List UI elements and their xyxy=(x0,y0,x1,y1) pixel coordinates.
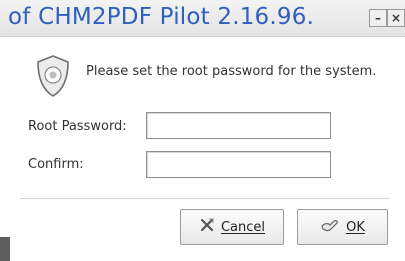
window-title: of CHM2PDF Pilot 2.16.96. xyxy=(8,4,315,30)
minimize-button[interactable]: – xyxy=(369,9,387,27)
instruction-text: Please set the root password for the sys… xyxy=(86,64,377,79)
shield-badge-icon xyxy=(33,54,73,98)
window-edge xyxy=(0,237,10,261)
root-password-dialog: of CHM2PDF Pilot 2.16.96. – × Please set… xyxy=(0,0,405,261)
confirm-label: Confirm: xyxy=(28,157,84,172)
root-password-label: Root Password: xyxy=(28,119,127,134)
cancel-button[interactable]: Cancel xyxy=(180,209,284,245)
root-password-field[interactable] xyxy=(146,112,331,139)
confirm-password-field[interactable] xyxy=(146,151,331,178)
close-button[interactable]: × xyxy=(387,9,405,27)
ok-button[interactable]: OK xyxy=(297,209,388,245)
button-separator xyxy=(20,198,390,200)
ok-label: OK xyxy=(346,219,365,235)
cancel-icon xyxy=(199,217,215,237)
ok-icon xyxy=(320,217,340,237)
cancel-label: Cancel xyxy=(220,219,266,235)
title-bar[interactable]: of CHM2PDF Pilot 2.16.96. – × xyxy=(0,0,405,37)
